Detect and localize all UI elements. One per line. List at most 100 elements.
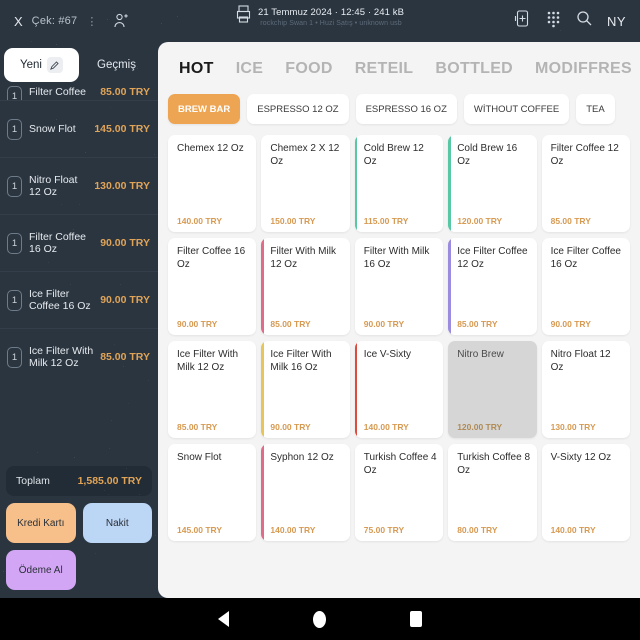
back-triangle-icon[interactable]	[218, 611, 229, 627]
product-card[interactable]: Filter With Milk 12 Oz 85.00 TRY	[261, 238, 349, 335]
item-quantity[interactable]: 1	[7, 290, 22, 311]
add-device-icon[interactable]	[514, 9, 531, 33]
noise-speck	[61, 204, 62, 205]
chip-espresso-16-oz[interactable]: ESPRESSO 16 OZ	[356, 94, 457, 124]
product-name: Ice V-Sixty	[364, 349, 437, 362]
home-circle-icon[interactable]	[313, 611, 326, 628]
chip-brew-bar[interactable]: BREW BAR	[168, 94, 240, 124]
noise-speck	[70, 19, 71, 20]
noise-speck	[73, 229, 74, 230]
list-item[interactable]: 1 Filter Coffee 12 Oz 85.00 TRY	[0, 86, 158, 100]
noise-speck	[126, 468, 127, 469]
product-card[interactable]: Ice Filter Coffee 16 Oz 90.00 TRY	[542, 238, 630, 335]
cash-button[interactable]: Nakit	[83, 503, 153, 543]
item-quantity[interactable]: 1	[7, 347, 22, 368]
product-card[interactable]: Cold Brew 12 Oz 115.00 TRY	[355, 135, 443, 232]
total-value: 1,585.00 TRY	[78, 475, 142, 487]
order-item-list[interactable]: 1 Filter Coffee 12 Oz 85.00 TRY 1 Snow F…	[0, 86, 158, 460]
list-item[interactable]: 1 Snow Flot 145.00 TRY	[0, 100, 158, 157]
payment-buttons: Kredi Kartı Nakit Ödeme Al	[0, 496, 158, 598]
product-card[interactable]: Filter Coffee 16 Oz 90.00 TRY	[168, 238, 256, 335]
ticket-number-label[interactable]: Çek: #67	[32, 15, 78, 27]
list-item[interactable]: 1 Nitro Float 12 Oz 130.00 TRY	[0, 157, 158, 214]
product-card[interactable]: Syphon 12 Oz 140.00 TRY	[261, 444, 349, 541]
tab-reteil[interactable]: RETEIL	[344, 60, 425, 78]
item-quantity[interactable]: 1	[7, 86, 22, 100]
chip-tea[interactable]: TEA	[576, 94, 614, 124]
tab-ice[interactable]: ICE	[225, 60, 275, 78]
noise-speck	[149, 241, 150, 242]
list-item[interactable]: 1 Filter Coffee 16 Oz 90.00 TRY	[0, 214, 158, 271]
product-card[interactable]: Ice Filter With Milk 12 Oz 85.00 TRY	[168, 341, 256, 438]
user-avatar-initials[interactable]: NY	[607, 14, 626, 29]
credit-card-button[interactable]: Kredi Kartı	[6, 503, 76, 543]
product-card[interactable]: Ice Filter With Milk 16 Oz 90.00 TRY	[261, 341, 349, 438]
item-quantity[interactable]: 1	[7, 176, 22, 197]
product-color-stripe	[261, 341, 264, 438]
take-payment-button[interactable]: Ödeme Al	[6, 550, 76, 590]
chip-without-coffee[interactable]: WİTHOUT COFFEE	[464, 94, 569, 124]
product-card[interactable]: V-Sixty 12 Oz 140.00 TRY	[542, 444, 630, 541]
product-name: Filter With Milk 16 Oz	[364, 246, 437, 272]
top-bar-right-group: NY	[514, 9, 640, 33]
item-price: 85.00 TRY	[100, 86, 150, 98]
chip-espresso-12-oz[interactable]: ESPRESSO 12 OZ	[247, 94, 348, 124]
item-price: 145.00 TRY	[94, 123, 150, 135]
tab-gecmis[interactable]: Geçmiş	[79, 48, 154, 82]
noise-speck	[108, 494, 109, 495]
noise-speck	[74, 457, 75, 458]
product-price: 80.00 TRY	[457, 525, 530, 535]
tab-hot[interactable]: HOT	[168, 60, 225, 78]
list-item[interactable]: 1 Ice Filter With Milk 12 Oz 85.00 TRY	[0, 328, 158, 385]
tab-yeni[interactable]: Yeni	[4, 48, 79, 82]
product-card[interactable]: Filter Coffee 12 Oz 85.00 TRY	[542, 135, 630, 232]
search-icon[interactable]	[576, 10, 593, 32]
item-quantity[interactable]: 1	[7, 119, 22, 140]
tab-modiffres[interactable]: MODIFFRES	[524, 60, 640, 78]
add-person-icon[interactable]	[111, 11, 131, 31]
product-card[interactable]: Turkish Coffee 4 Oz 75.00 TRY	[355, 444, 443, 541]
product-price: 85.00 TRY	[270, 319, 343, 329]
product-card[interactable]: Ice V-Sixty 140.00 TRY	[355, 341, 443, 438]
product-price: 140.00 TRY	[270, 525, 343, 535]
product-card[interactable]: Chemex 12 Oz 140.00 TRY	[168, 135, 256, 232]
item-price: 130.00 TRY	[94, 180, 150, 192]
product-card[interactable]: Chemex 2 X 12 Oz 150.00 TRY	[261, 135, 349, 232]
tab-food[interactable]: FOOD	[274, 60, 343, 78]
product-name: Ice Filter Coffee 12 Oz	[457, 246, 530, 272]
noise-speck	[341, 26, 342, 27]
product-color-stripe	[261, 444, 264, 541]
noise-speck	[109, 448, 110, 449]
noise-speck	[110, 107, 111, 108]
noise-speck	[63, 72, 64, 73]
product-color-stripe	[448, 238, 451, 335]
product-price: 130.00 TRY	[551, 422, 624, 432]
product-card[interactable]: Nitro Float 12 Oz 130.00 TRY	[542, 341, 630, 438]
item-name: Ice Filter Coffee 16 Oz	[29, 288, 93, 312]
product-name: Snow Flot	[177, 452, 250, 465]
overflow-menu-icon[interactable]: ⋮	[86, 15, 98, 28]
close-icon[interactable]: X	[14, 15, 23, 28]
list-item[interactable]: 1 Ice Filter Coffee 16 Oz 90.00 TRY	[0, 271, 158, 328]
product-name: Ice Filter With Milk 12 Oz	[177, 349, 250, 375]
noise-speck	[636, 240, 637, 241]
pencil-icon[interactable]	[47, 57, 63, 73]
noise-speck	[128, 403, 129, 404]
item-quantity[interactable]: 1	[7, 233, 22, 254]
product-price: 90.00 TRY	[270, 422, 343, 432]
product-name: Turkish Coffee 4 Oz	[364, 452, 437, 478]
subcategory-chip-row: BREW BAR ESPRESSO 12 OZ ESPRESSO 16 OZ W…	[158, 90, 640, 133]
noise-speck	[95, 553, 96, 554]
item-name: Snow Flot	[29, 123, 87, 135]
product-color-stripe	[355, 341, 358, 438]
product-card[interactable]: Cold Brew 16 Oz 120.00 TRY	[448, 135, 536, 232]
recent-square-icon[interactable]	[410, 611, 422, 627]
product-grid: Chemex 12 Oz 140.00 TRY Chemex 2 X 12 Oz 15…	[158, 133, 640, 598]
product-card[interactable]: Turkish Coffee 8 Oz 80.00 TRY	[448, 444, 536, 541]
tab-bottled[interactable]: BOTTLED	[424, 60, 524, 78]
product-card[interactable]: Snow Flot 145.00 TRY	[168, 444, 256, 541]
noise-speck	[123, 366, 124, 367]
product-card[interactable]: Ice Filter Coffee 12 Oz 85.00 TRY	[448, 238, 536, 335]
order-total-bar: Toplam 1,585.00 TRY	[6, 466, 152, 496]
product-card[interactable]: Filter With Milk 16 Oz 90.00 TRY	[355, 238, 443, 335]
